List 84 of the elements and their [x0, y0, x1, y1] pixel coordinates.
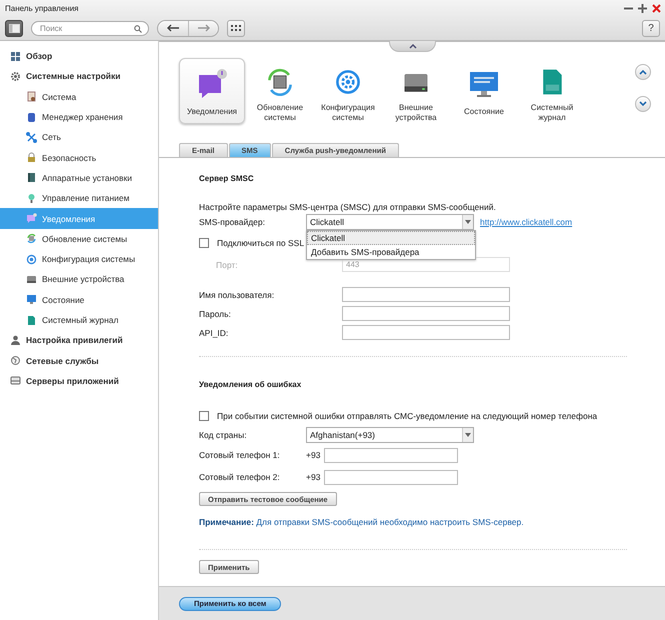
- app-tile[interactable]: Конфигурация системы: [315, 58, 381, 124]
- log-file-icon: [26, 314, 37, 326]
- sidebar-item[interactable]: Обновление системы: [0, 228, 158, 249]
- app-tile[interactable]: Обновление системы: [247, 58, 313, 124]
- phone-field[interactable]: [324, 470, 458, 484]
- maximize-icon[interactable]: [638, 4, 647, 12]
- help-button[interactable]: ?: [642, 20, 660, 36]
- sidebar-item[interactable]: Сеть: [0, 127, 158, 148]
- sidebar-item[interactable]: Сетевые службы: [0, 350, 158, 371]
- arrow-left-icon: [166, 24, 180, 32]
- note-text: Примечание: Для отправки SMS-сообщений необходимо настроить SMS-сервер.: [199, 517, 525, 527]
- checkbox-label: При событии системной ошибки отправлять СМС-уведомление на следующий номер телефона: [217, 410, 598, 420]
- sidebar-item[interactable]: Системный журнал: [0, 310, 158, 330]
- section-title: Уведомления об ошибках: [199, 380, 302, 389]
- dropdown-option[interactable]: Добавить SMS-провайдера: [307, 244, 475, 258]
- sidebar-item[interactable]: Управление питанием: [0, 188, 158, 208]
- sidebar-item[interactable]: Конфигурация системы: [0, 248, 158, 270]
- collapse-handle[interactable]: [389, 41, 436, 52]
- phone-field[interactable]: [324, 448, 458, 462]
- network-icon: [26, 132, 37, 143]
- user-icon: [10, 334, 21, 346]
- search-field[interactable]: Поиск: [31, 20, 149, 36]
- caret-icon: [465, 432, 471, 436]
- field-label: Имя пользователя:: [199, 290, 276, 300]
- country-select[interactable]: Afghanistan(+93): [306, 426, 474, 442]
- back-button[interactable]: [158, 20, 188, 36]
- input-field[interactable]: [342, 306, 510, 321]
- sidebar-item[interactable]: Безопасность: [0, 147, 158, 168]
- lock-icon: [26, 152, 37, 164]
- window-title: Панель управления: [5, 4, 78, 12]
- sync-icon: [26, 233, 37, 244]
- app-tile[interactable]: Системный журнал: [519, 58, 585, 124]
- grid-icon: [231, 25, 241, 31]
- sidebar-item[interactable]: Менеджер хранения: [0, 106, 158, 128]
- scroll-down-button[interactable]: [635, 96, 651, 112]
- message-icon: [26, 213, 37, 224]
- caret-icon: [465, 220, 471, 224]
- sidebar-toggle-button[interactable]: [5, 20, 23, 36]
- sidebar-item[interactable]: Серверы приложений: [0, 370, 158, 392]
- chevron-up-icon: [408, 44, 416, 48]
- server-icon: [10, 375, 21, 386]
- notify-checkbox[interactable]: [199, 410, 209, 420]
- provider-link[interactable]: http://www.clickatell.com: [480, 216, 572, 226]
- app-tile[interactable]: Внешние устройства: [383, 58, 449, 124]
- scroll-up-button[interactable]: [635, 64, 651, 80]
- checkbox-label: Подключиться по SSL: [217, 238, 304, 248]
- dropdown-option[interactable]: Clickatell: [307, 230, 475, 244]
- sidebar-item[interactable]: Состояние: [0, 290, 158, 310]
- close-icon[interactable]: [652, 4, 661, 12]
- search-icon: [134, 24, 142, 32]
- grid-icon: [10, 50, 21, 62]
- chevron-down-icon: [639, 101, 647, 107]
- database-icon: [26, 112, 37, 123]
- app-tile[interactable]: Уведомления: [179, 58, 245, 124]
- sidebar-item[interactable]: Настройка привилегий: [0, 330, 158, 350]
- chevron-up-icon: [639, 69, 647, 75]
- field-label: API_ID:: [199, 328, 230, 338]
- document-icon: [26, 91, 37, 102]
- sidebar-item[interactable]: Аппаратные установки: [0, 168, 158, 188]
- panel-icon: [26, 172, 37, 184]
- description-text: Настройте параметры SMS-центра (SMSC) для отправки SMS-сообщений.: [199, 202, 497, 212]
- app-tile[interactable]: Состояние: [451, 58, 517, 124]
- sidebar-icon: [8, 24, 20, 32]
- apps-button[interactable]: [227, 20, 245, 36]
- sidebar-item[interactable]: Обзор: [0, 46, 158, 66]
- phone-prefix: +93: [306, 472, 322, 482]
- section-title: Сервер SMSC: [199, 174, 255, 183]
- ssl-checkbox[interactable]: [199, 238, 209, 248]
- arrow-right-icon: [196, 24, 210, 32]
- sidebar-item[interactable]: Системные настройки: [0, 66, 158, 87]
- field-label: SMS-провайдер:: [199, 216, 266, 226]
- sidebar-item[interactable]: Внешние устройства: [0, 269, 158, 290]
- sidebar-item[interactable]: Система: [0, 86, 158, 107]
- drive-icon: [26, 274, 37, 285]
- bulb-icon: [26, 192, 37, 204]
- field-label: Сотовый телефон 2:: [199, 472, 281, 482]
- field-label: Пароль:: [199, 308, 232, 318]
- phone-prefix: +93: [306, 450, 322, 460]
- field-label: Сотовый телефон 1:: [199, 450, 281, 460]
- field-label: Порт:: [216, 260, 239, 270]
- input-field[interactable]: [342, 287, 510, 302]
- monitor-icon: [26, 294, 37, 306]
- field-label: Код страны:: [199, 430, 248, 440]
- input-field[interactable]: [342, 325, 510, 340]
